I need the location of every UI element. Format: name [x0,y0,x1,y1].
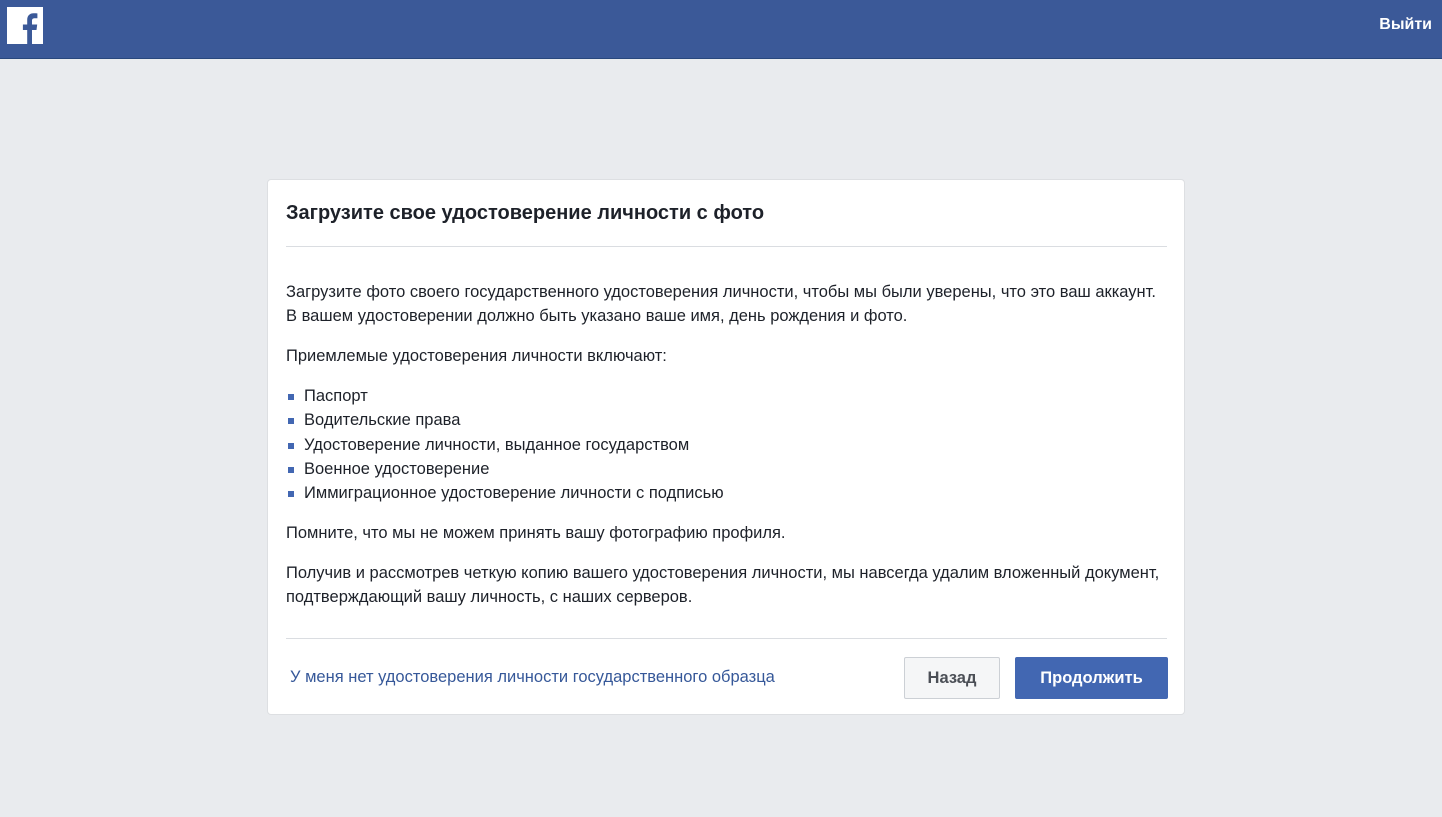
title-divider [286,246,1167,247]
accepted-ids-list: Паспорт Водительские права Удостоверение… [286,384,1166,505]
bullet-icon [288,491,294,498]
dialog-title: Загрузите свое удостоверение личности с … [286,202,765,224]
upload-id-dialog: Загрузите свое удостоверение личности с … [267,179,1185,715]
no-id-link[interactable]: У меня нет удостоверения личности госуда… [290,668,775,687]
list-item: Удостоверение личности, выданное государ… [286,433,1166,457]
list-item: Водительские права [286,408,1166,432]
logout-link[interactable]: Выйти [1379,16,1432,34]
bullet-icon [288,442,294,449]
deletion-notice: Получив и рассмотрев четкую копию вашего… [286,564,1160,607]
list-item: Военное удостоверение [286,457,1166,481]
footer-divider [286,638,1167,639]
bullet-icon [288,466,294,473]
dialog-body: Загрузите фото своего государственного у… [286,280,1166,625]
continue-button[interactable]: Продолжить [1015,657,1168,699]
facebook-f-icon[interactable] [7,7,43,44]
list-item: Паспорт [286,384,1166,408]
intro-text: Загрузите фото своего государственного у… [286,283,1156,325]
profile-photo-note: Помните, что мы не можем принять вашу фо… [286,524,786,543]
bullet-icon [288,418,294,425]
top-bar: Выйти [0,0,1442,59]
bullet-icon [288,394,294,400]
accepted-ids-heading: Приемлемые удостоверения личности включа… [286,347,667,365]
back-button[interactable]: Назад [904,657,1000,699]
list-item: Иммиграционное удостоверение личности с … [286,481,1166,505]
